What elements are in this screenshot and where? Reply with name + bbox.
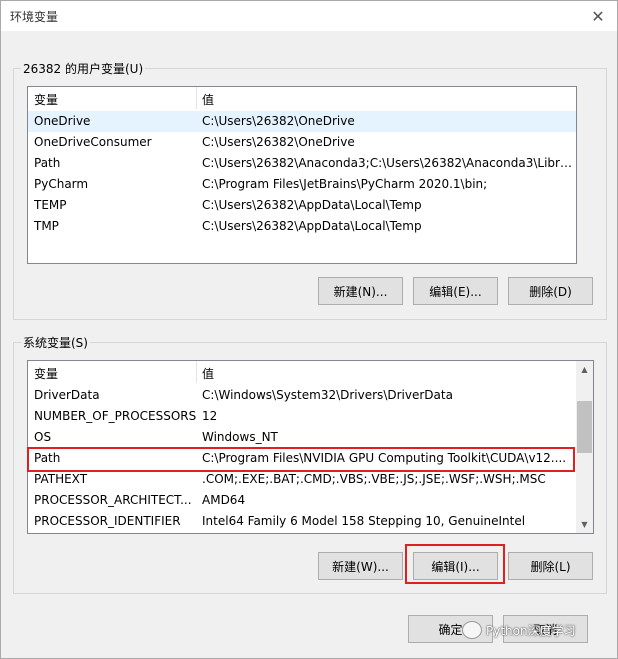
user-variables-list[interactable]: 变量 值 OneDrive C:\Users\26382\OneDrive On… — [27, 86, 577, 264]
user-edit-button[interactable]: 编辑(E)... — [413, 277, 498, 305]
column-divider[interactable] — [196, 361, 197, 383]
list-item[interactable]: NUMBER_OF_PROCESSORS 12 — [28, 406, 576, 427]
user-variables-label: 26382 的用户变量(U) — [21, 60, 146, 77]
variable-name: Path — [34, 451, 61, 465]
list-item[interactable]: PATHEXT .COM;.EXE;.BAT;.CMD;.VBS;.VBE;.J… — [28, 469, 576, 490]
title-bar: 环境变量 ✕ — [1, 1, 617, 31]
list-item[interactable]: OS Windows_NT — [28, 427, 576, 448]
user-new-button[interactable]: 新建(N)... — [318, 277, 403, 305]
variable-name: OneDriveConsumer — [34, 135, 152, 149]
list-item[interactable]: DriverData C:\Windows\System32\Drivers\D… — [28, 385, 576, 406]
list-header: 变量 值 — [28, 87, 576, 109]
scroll-down-arrow-icon[interactable]: ▼ — [576, 516, 593, 533]
close-icon[interactable]: ✕ — [585, 3, 611, 29]
list-header: 变量 值 — [28, 361, 593, 383]
list-item[interactable]: PROCESSOR_IDENTIFIER Intel64 Family 6 Mo… — [28, 511, 576, 532]
list-item[interactable]: TEMP C:\Users\26382\AppData\Local\Temp — [28, 195, 576, 216]
column-header-value[interactable]: 值 — [202, 365, 214, 382]
scroll-up-arrow-icon[interactable]: ▲ — [576, 361, 593, 378]
variable-value: C:\Users\26382\AppData\Local\Temp — [202, 219, 422, 233]
variable-name: OneDrive — [34, 114, 91, 128]
watermark-text: Python深度学习 — [486, 623, 576, 638]
variable-value: C:\Program Files\JetBrains\PyCharm 2020.… — [202, 177, 488, 191]
list-item[interactable]: Path C:\Users\26382\Anaconda3;C:\Users\2… — [28, 153, 576, 174]
list-item[interactable]: PROCESSOR_ARCHITECT... AMD64 — [28, 490, 576, 511]
variable-name: NUMBER_OF_PROCESSORS — [34, 409, 197, 423]
variable-value: C:\Users\26382\OneDrive — [202, 114, 355, 128]
list-item[interactable]: OneDriveConsumer C:\Users\26382\OneDrive — [28, 132, 576, 153]
variable-value: C:\Users\26382\OneDrive — [202, 135, 355, 149]
variable-name: TMP — [34, 219, 59, 233]
system-edit-button[interactable]: 编辑(I)... — [413, 552, 498, 580]
column-header-name[interactable]: 变量 — [34, 365, 58, 382]
variable-value: .COM;.EXE;.BAT;.CMD;.VBS;.VBE;.JS;.JSE;.… — [202, 472, 546, 486]
user-delete-button[interactable]: 删除(D) — [508, 277, 593, 305]
system-variables-label: 系统变量(S) — [21, 334, 90, 351]
variable-value: Intel64 Family 6 Model 158 Stepping 10, … — [202, 514, 526, 528]
variable-value: 12 — [202, 409, 218, 423]
environment-variables-dialog: 环境变量 ✕ 26382 的用户变量(U) 变量 值 OneDrive C:\U… — [0, 0, 618, 659]
variable-name: OS — [34, 430, 52, 444]
variable-value: Windows_NT — [202, 430, 278, 444]
variable-value: AMD64 — [202, 493, 246, 507]
variable-name: PROCESSOR_ARCHITECT... — [34, 493, 192, 507]
column-header-value[interactable]: 值 — [202, 91, 214, 108]
variable-name: Path — [34, 156, 61, 170]
variable-name: PROCESSOR_IDENTIFIER — [34, 514, 181, 528]
variable-value: C:\Program Files\NVIDIA GPU Computing To… — [202, 451, 567, 465]
vertical-scrollbar[interactable]: ▲ ▼ — [576, 361, 593, 533]
watermark: Python深度学习 — [462, 621, 576, 639]
list-item[interactable]: TMP C:\Users\26382\AppData\Local\Temp — [28, 216, 576, 237]
column-header-name[interactable]: 变量 — [34, 91, 58, 108]
list-item[interactable]: Path C:\Program Files\NVIDIA GPU Computi… — [28, 448, 576, 469]
variable-name: PATHEXT — [34, 472, 88, 486]
variable-value: C:\Users\26382\Anaconda3;C:\Users\26382\… — [202, 156, 572, 170]
variable-name: DriverData — [34, 388, 100, 402]
variable-name: PyCharm — [34, 177, 89, 191]
list-item[interactable]: OneDrive C:\Users\26382\OneDrive — [28, 111, 576, 132]
column-divider[interactable] — [196, 87, 197, 109]
variable-name: TEMP — [34, 198, 67, 212]
window-title: 环境变量 — [10, 10, 59, 24]
list-item[interactable]: PyCharm C:\Program Files\JetBrains\PyCha… — [28, 174, 576, 195]
watermark-logo-icon — [462, 621, 482, 639]
scroll-thumb[interactable] — [577, 401, 592, 453]
system-variables-list[interactable]: 变量 值 DriverData C:\Windows\System32\Driv… — [27, 360, 594, 534]
system-delete-button[interactable]: 删除(L) — [508, 552, 593, 580]
variable-value: C:\Users\26382\AppData\Local\Temp — [202, 198, 422, 212]
variable-value: C:\Windows\System32\Drivers\DriverData — [202, 388, 453, 402]
system-new-button[interactable]: 新建(W)... — [318, 552, 403, 580]
